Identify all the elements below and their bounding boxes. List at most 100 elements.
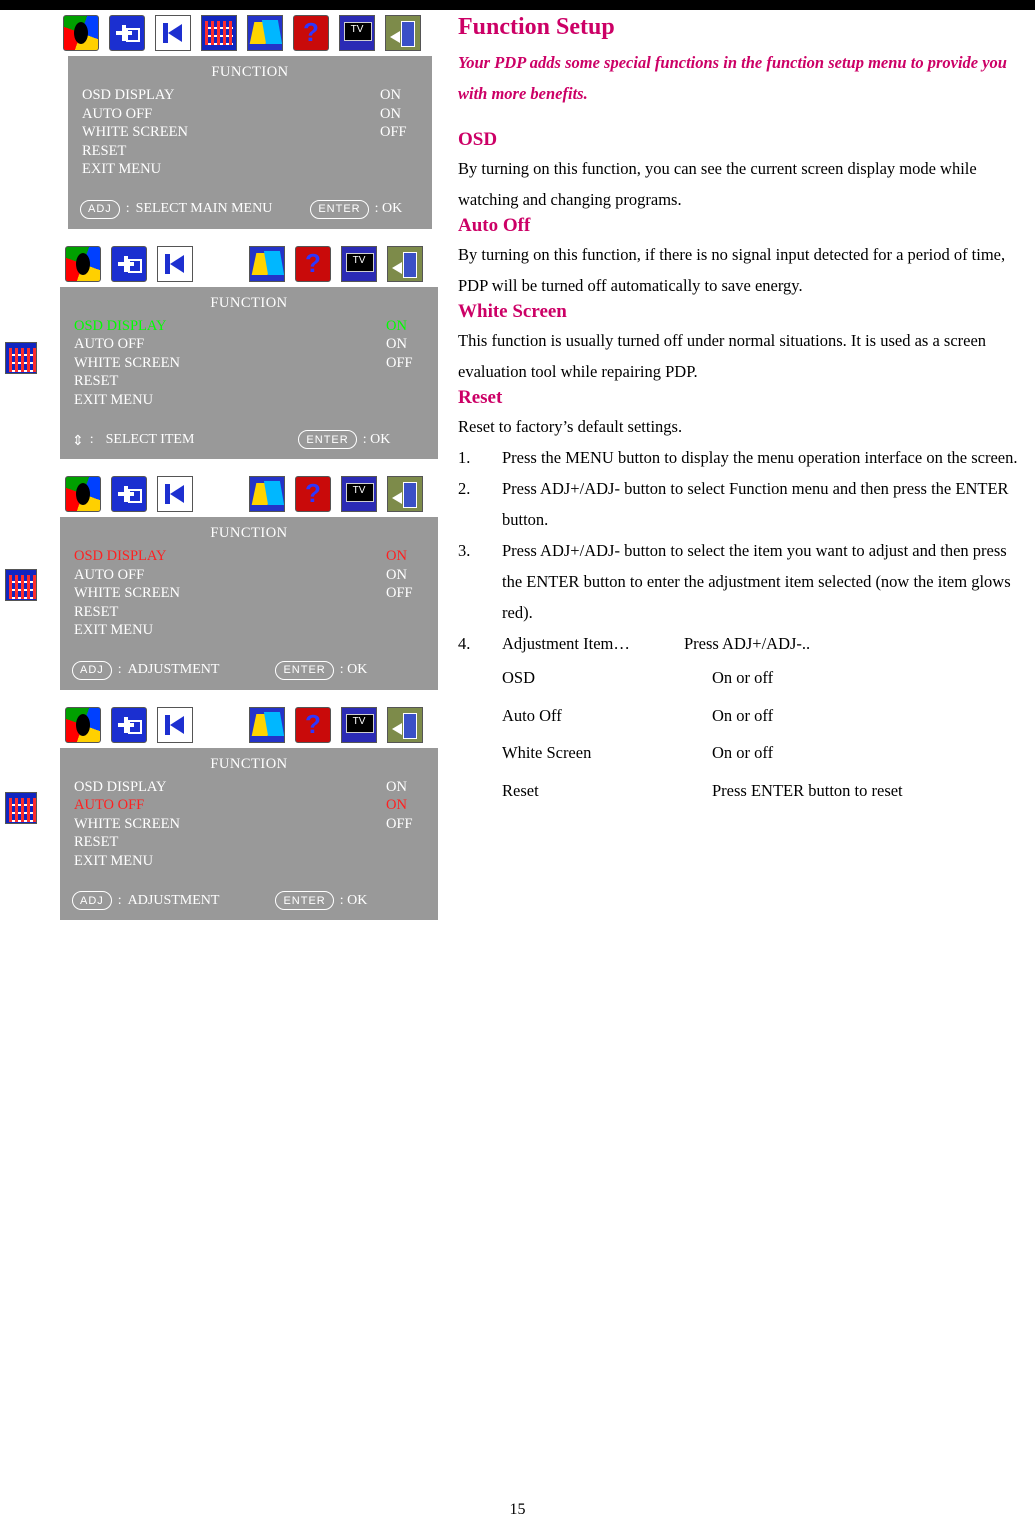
osd-row: EXIT MENU [60, 621, 438, 640]
exit-icon [387, 706, 423, 743]
osd-item-value: ON [386, 317, 407, 334]
step-number: 4. [458, 634, 471, 653]
osd-row: AUTO OFF ON [60, 566, 438, 585]
osd-illustration-column: FUNCTION OSD DISPLAY ON AUTO OFF ON WHIT… [0, 10, 445, 920]
adjustment-action: On or off [712, 668, 774, 687]
position-icon [111, 476, 147, 512]
osd-item-value: OFF [386, 815, 413, 832]
icon-row-1 [0, 10, 445, 56]
icon-row-3 [0, 471, 445, 517]
osd-item-value: ON [386, 548, 407, 564]
back-arrow-icon [157, 245, 193, 282]
osd-item-value: OFF [386, 585, 413, 601]
osd-item-value: OFF [386, 354, 413, 371]
step-number: 3. [458, 541, 471, 560]
list-item: 4. Adjustment Item… Press ADJ+/ADJ-.. [458, 628, 1018, 659]
osd-row-active: OSD DISPLAY ON [60, 547, 438, 566]
adj-button-badge: ADJ [72, 891, 112, 910]
osd-panel-4: FUNCTION OSD DISPLAY ON AUTO OFF ON WHIT… [60, 747, 438, 920]
osd-panel-1: FUNCTION OSD DISPLAY ON AUTO OFF ON WHIT… [68, 56, 432, 229]
table-row: OSD On or off [502, 659, 1018, 697]
osd-item-value: OFF [380, 124, 407, 140]
osd-row: RESET [60, 372, 438, 391]
section-body-auto-off: By turning on this function, if there is… [458, 245, 1006, 295]
osd-item-value [380, 142, 414, 161]
osd-item-label: AUTO OFF [74, 336, 145, 352]
osd-item-value [386, 372, 420, 391]
osd-row: WHITE SCREEN OFF [60, 354, 438, 373]
osd-item-value [386, 391, 420, 410]
step-text-right: Press ADJ+/ADJ-.. [683, 634, 811, 653]
tv-icon [341, 245, 377, 282]
adj-button-badge: ADJ [80, 199, 120, 219]
osd-item-label: AUTO OFF [74, 566, 145, 583]
adjustment-action: On or off [712, 705, 774, 725]
osd-foot-sep: : [117, 892, 122, 908]
blue-shapes-icon [249, 245, 285, 282]
osd-row: RESET [60, 833, 438, 852]
pattern-icon [201, 15, 237, 51]
list-item: 3. Press ADJ+/ADJ- button to select the … [458, 535, 1018, 628]
position-icon [111, 245, 147, 282]
section-body-reset: Reset to factory’s default settings. [458, 417, 683, 436]
list-item: 2. Press ADJ+/ADJ- button to select Func… [458, 473, 1018, 535]
osd-item-label: OSD DISPLAY [74, 548, 167, 564]
section-body-white-screen: This function is usually turned off unde… [458, 331, 987, 381]
osd-row: WHITE SCREEN OFF [60, 584, 438, 603]
osd-item-label: RESET [74, 834, 119, 850]
osd-foot-right-label: : OK [362, 431, 391, 447]
page-number: 15 [509, 1501, 526, 1518]
osd-row: OSD DISPLAY ON [60, 778, 438, 797]
osd-item-label: EXIT MENU [74, 852, 154, 869]
section-heading-auto-off: Auto Off [458, 215, 531, 236]
osd-item-label: EXIT MENU [74, 622, 154, 638]
osd-item-label: AUTO OFF [82, 105, 153, 122]
steps-list: 1. Press the MENU button to display the … [458, 442, 1018, 659]
osd-item-value: ON [380, 105, 401, 122]
osd-item-value: ON [380, 87, 401, 103]
color-icon [65, 476, 101, 512]
enter-button-badge: ENTER [275, 660, 334, 680]
table-row: Reset Press ENTER button to reset [502, 772, 1018, 810]
osd-row-active: AUTO OFF ON [60, 796, 438, 815]
top-black-bar [0, 0, 1035, 10]
step-number: 2. [458, 479, 471, 498]
osd-foot-right-label: : OK [374, 201, 403, 216]
adjustment-action: On or off [712, 743, 774, 762]
osd-row: EXIT MENU [60, 391, 438, 410]
osd-row: AUTO OFF ON [60, 335, 438, 354]
osd-footer: ADJ : SELECT MAIN MENU ENTER : OK [68, 199, 432, 219]
section-heading-osd: OSD [458, 129, 498, 150]
osd-item-label: AUTO OFF [74, 797, 145, 813]
osd-foot-sep: : [89, 431, 94, 447]
adjustment-item: OSD [502, 668, 536, 687]
step-text: Press the MENU button to display the men… [502, 448, 1018, 467]
adjustment-action: Press ENTER button to reset [712, 780, 903, 800]
osd-row: EXIT MENU [60, 852, 438, 871]
osd-foot-sep: : [125, 201, 130, 216]
osd-item-value: ON [386, 336, 407, 352]
position-icon [109, 15, 145, 51]
question-icon [293, 15, 329, 51]
pattern-icon-placeholder [203, 707, 239, 743]
enter-button-badge: ENTER [298, 430, 357, 449]
section-heading-white-screen: White Screen [458, 301, 567, 322]
back-arrow-icon [155, 15, 191, 51]
blue-shapes-icon [247, 15, 283, 51]
osd-panel-2: FUNCTION OSD DISPLAY ON AUTO OFF ON WHIT… [60, 286, 438, 459]
section-heading-reset: Reset [458, 387, 503, 408]
osd-foot-left-label: ADJUSTMENT [127, 892, 220, 908]
osd-row: OSD DISPLAY ON [68, 86, 432, 105]
osd-item-value: ON [386, 778, 407, 795]
enter-button-badge: ENTER [310, 199, 369, 219]
position-icon [111, 706, 147, 743]
adjustment-item: Reset [502, 780, 539, 800]
exit-icon [387, 476, 423, 512]
adjustment-item: White Screen [502, 743, 592, 762]
page-title: Function Setup [458, 14, 615, 40]
step-text: Press ADJ+/ADJ- button to select the ite… [502, 541, 1011, 622]
osd-footer: ADJ : ADJUSTMENT ENTER : OK [60, 891, 438, 910]
osd-row: WHITE SCREEN OFF [60, 815, 438, 834]
exit-icon [387, 245, 423, 282]
osd-item-label: WHITE SCREEN [82, 124, 188, 140]
